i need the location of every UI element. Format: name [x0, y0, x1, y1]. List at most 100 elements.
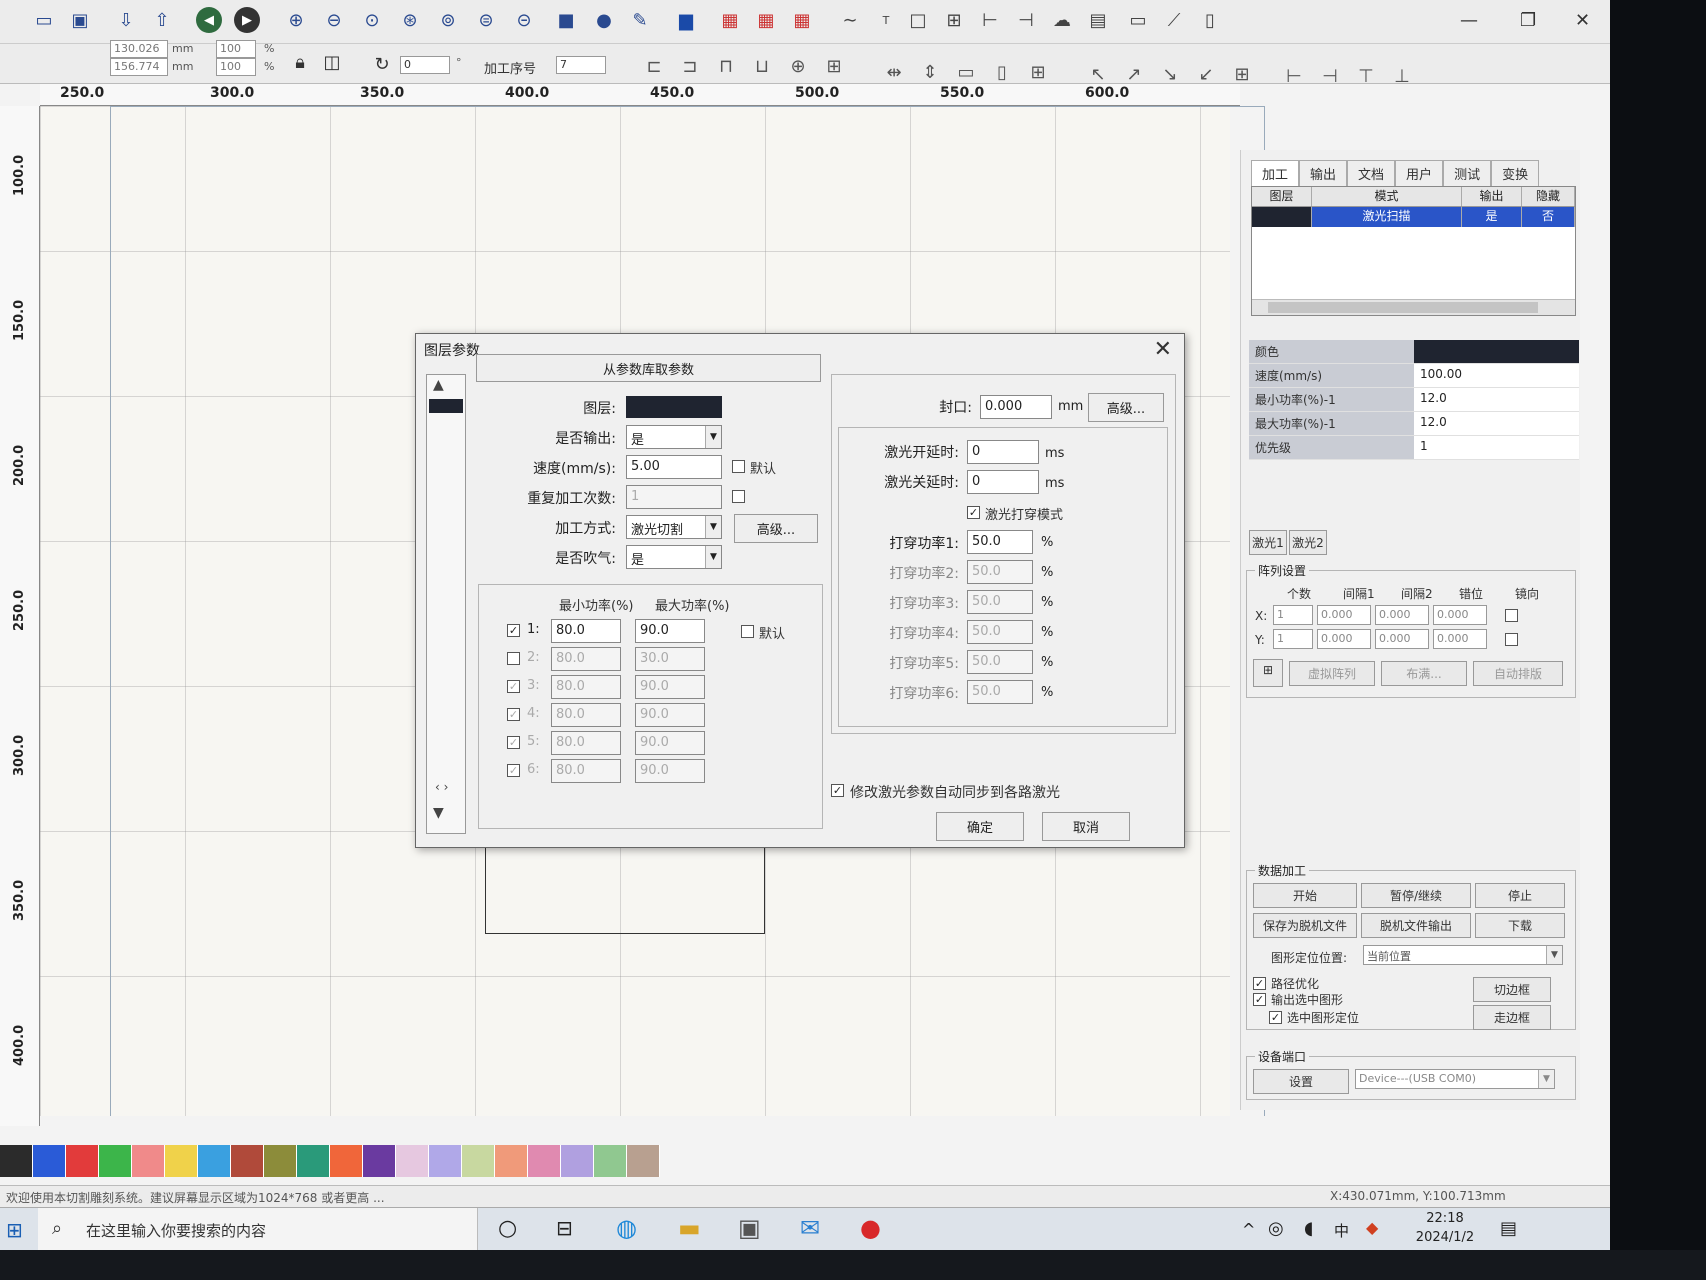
save-offline-button[interactable]: 保存为脱机文件	[1253, 913, 1357, 938]
scale-w-field[interactable]: 100	[216, 40, 256, 58]
grid-tool-icon[interactable]: ⊞	[940, 6, 968, 34]
zoom-window-icon[interactable]: ⊝	[510, 6, 538, 34]
align-h-icon[interactable]: ⊢	[976, 6, 1004, 34]
tray-chevron-icon[interactable]: ^	[1242, 1220, 1255, 1239]
table-row[interactable]: 激光扫描 是 否	[1252, 207, 1575, 227]
stop-button[interactable]: 停止	[1475, 883, 1565, 908]
select-tool-icon[interactable]: ■	[552, 6, 580, 34]
device-icon[interactable]: ▭	[1124, 6, 1152, 34]
array-y-mirror-checkbox[interactable]	[1505, 633, 1518, 646]
tab-document[interactable]: 文档	[1347, 160, 1396, 186]
palette-swatch[interactable]	[429, 1145, 462, 1177]
dot-power-input[interactable]: 50.0	[967, 680, 1033, 704]
min-power-input[interactable]: 80.0	[551, 675, 621, 699]
repeat-input[interactable]: 1	[626, 485, 722, 509]
scale-h-field[interactable]: 100	[216, 58, 256, 76]
edge-left-icon[interactable]: ⊢	[1280, 62, 1308, 90]
edge-right-icon[interactable]: ⊣	[1316, 62, 1344, 90]
min-power-input[interactable]: 80.0	[551, 647, 621, 671]
network-icon[interactable]: ◎	[1268, 1218, 1284, 1239]
array-x-gap2[interactable]: 0.000	[1375, 605, 1429, 625]
tab-process[interactable]: 加工	[1251, 160, 1300, 186]
layer-icon-2[interactable]: ▦	[752, 6, 780, 34]
palette-swatch[interactable]	[231, 1145, 264, 1177]
rotate-icon[interactable]: ↻	[368, 50, 396, 78]
speed-input[interactable]: 5.00	[626, 455, 722, 479]
zoom-page-icon[interactable]: ⊛	[396, 6, 424, 34]
dot-power-input[interactable]: 50.0	[967, 650, 1033, 674]
min-power-input[interactable]: 80.0	[551, 703, 621, 727]
text-tool-icon[interactable]: T	[872, 6, 900, 34]
measure-icon[interactable]: ▯	[1196, 6, 1224, 34]
start-button[interactable]: 开始	[1253, 883, 1357, 908]
layer-list-swatch[interactable]	[429, 399, 463, 413]
size-w-field[interactable]: 130.026	[110, 40, 168, 58]
virtual-array-button[interactable]: 虚拟阵列	[1289, 661, 1375, 686]
scroll-up-icon[interactable]: ▲	[433, 377, 444, 393]
redo-icon[interactable]: ▶	[234, 7, 260, 33]
export-icon[interactable]: ⇧	[148, 6, 176, 34]
palette-swatch[interactable]	[396, 1145, 429, 1177]
palette-swatch[interactable]	[297, 1145, 330, 1177]
array-x-mirror-checkbox[interactable]	[1505, 609, 1518, 622]
minimize-icon[interactable]: —	[1460, 10, 1478, 31]
max-power-input[interactable]: 90.0	[635, 759, 705, 783]
align-center-icon[interactable]: ⊕	[784, 52, 812, 80]
palette-swatch[interactable]	[561, 1145, 594, 1177]
tab-transform[interactable]: 变换	[1491, 160, 1540, 186]
close-icon[interactable]: ✕	[1154, 337, 1172, 362]
palette-swatch[interactable]	[330, 1145, 363, 1177]
array-x-count[interactable]: 1	[1273, 605, 1313, 625]
mirror-icon[interactable]: ◫	[318, 48, 346, 76]
rotate-field[interactable]: 0	[400, 56, 450, 74]
palette-swatch[interactable]	[165, 1145, 198, 1177]
palette-swatch[interactable]	[264, 1145, 297, 1177]
scroll-down-icon[interactable]: ▼	[433, 805, 444, 821]
save-icon[interactable]: ▣	[66, 6, 94, 34]
array-x-offset[interactable]: 0.000	[1433, 605, 1487, 625]
rectangle-shape[interactable]	[485, 846, 765, 934]
port-settings-button[interactable]: 设置	[1253, 1069, 1349, 1094]
repeat-checkbox[interactable]	[732, 490, 745, 503]
walk-frame-button[interactable]: 走边框	[1473, 1005, 1551, 1030]
palette-swatch[interactable]	[99, 1145, 132, 1177]
lock-ratio-icon[interactable]: 🔒︎	[286, 48, 314, 76]
align-v-icon[interactable]: ⊣	[1012, 6, 1040, 34]
laser-app-icon[interactable]: ●	[860, 1214, 881, 1242]
undo-icon[interactable]: ◀	[196, 7, 222, 33]
palette-swatch[interactable]	[495, 1145, 528, 1177]
dot-power-input[interactable]: 50.0	[967, 590, 1033, 614]
palette-swatch[interactable]	[198, 1145, 231, 1177]
offline-output-button[interactable]: 脱机文件输出	[1361, 913, 1471, 938]
output-selected-checkbox[interactable]: ✓	[1253, 993, 1266, 1006]
laser2-tab[interactable]: 激光2	[1289, 530, 1327, 555]
array-x-gap1[interactable]: 0.000	[1317, 605, 1371, 625]
array-y-offset[interactable]: 0.000	[1433, 629, 1487, 649]
taskbar-search[interactable]: ⌕ 在这里输入你要搜索的内容	[38, 1208, 478, 1250]
cut-frame-button[interactable]: 切边框	[1473, 977, 1551, 1002]
max-power-input[interactable]: 90.0	[635, 703, 705, 727]
monitor-icon[interactable]: ▆	[672, 6, 700, 34]
palette-swatch[interactable]	[66, 1145, 99, 1177]
same-height-icon[interactable]: ▯	[988, 58, 1016, 86]
array-y-gap2[interactable]: 0.000	[1375, 629, 1429, 649]
align-top-icon[interactable]: ⊓	[712, 52, 740, 80]
blow-select[interactable]: 是 ▼	[626, 545, 722, 569]
max-power-input[interactable]: 90.0	[635, 619, 705, 643]
palette-swatch[interactable]	[462, 1145, 495, 1177]
align-bottom-icon[interactable]: ⊔	[748, 52, 776, 80]
pen-tool-icon[interactable]: ✎	[626, 6, 654, 34]
scroll-thumb[interactable]	[1268, 302, 1538, 313]
align-left-icon[interactable]: ⊏	[640, 52, 668, 80]
power-row-checkbox[interactable]: ✓	[507, 764, 520, 777]
curve-tool-icon[interactable]: ∼	[836, 6, 864, 34]
store-icon[interactable]: ▣	[738, 1214, 761, 1242]
ime-indicator[interactable]: 中	[1334, 1220, 1349, 1241]
clock-time[interactable]: 22:18	[1410, 1211, 1480, 1226]
widgets-icon[interactable]: ⊟	[556, 1216, 573, 1240]
distribute-v-icon[interactable]: ⇕	[916, 58, 944, 86]
laser1-tab[interactable]: 激光1	[1249, 530, 1287, 555]
tab-test[interactable]: 测试	[1443, 160, 1492, 186]
edge-top-icon[interactable]: ⊤	[1352, 62, 1380, 90]
zoom-select-icon[interactable]: ⊚	[434, 6, 462, 34]
